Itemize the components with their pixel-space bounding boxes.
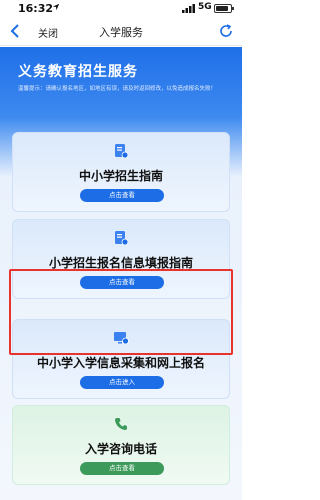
card-title: 小学招生报名信息填报指南 (48, 256, 193, 270)
view-button[interactable]: 点击查看 (80, 189, 164, 202)
card-title: 中小学招生指南 (78, 169, 163, 183)
page-title: 入学服务 (99, 26, 143, 39)
network-label: 5G (198, 2, 212, 12)
location-arrow-icon (52, 3, 60, 11)
card-title: 入学咨询电话 (84, 442, 157, 456)
enter-button[interactable]: 点击进入 (80, 376, 164, 389)
card-title: 中小学入学信息采集和网上报名 (36, 356, 205, 370)
banner-notice: 温馨提示：请确认报名地区，如地区有误，请及时返回修改，以免造成报名失败！ (18, 86, 217, 92)
monitor-check-icon (13, 330, 229, 346)
card-enrollment-guide[interactable]: 中小学招生指南 点击查看 (12, 132, 230, 212)
status-bar: 16:32 5G (0, 0, 242, 18)
status-time: 16:32 (18, 2, 54, 15)
card-online-registration[interactable]: 中小学入学信息采集和网上报名 点击进入 (12, 319, 230, 399)
view-button[interactable]: 点击查看 (80, 276, 164, 289)
battery-icon (214, 4, 234, 13)
banner-title: 义务教育招生服务 (18, 64, 138, 80)
card-registration-guide[interactable]: 小学招生报名信息填报指南 点击查看 (12, 219, 230, 299)
document-check-icon (13, 143, 229, 159)
nav-bar: 关闭 入学服务 (0, 18, 242, 46)
document-gear-icon (13, 230, 229, 246)
refresh-icon[interactable] (218, 23, 234, 39)
signal-icon (182, 4, 195, 13)
main-content: 义务教育招生服务 温馨提示：请确认报名地区，如地区有误，请及时返回修改，以免造成… (0, 47, 242, 500)
card-consultation-phone[interactable]: 入学咨询电话 点击查看 (12, 405, 230, 485)
phone-icon (13, 416, 229, 432)
view-button[interactable]: 点击查看 (80, 462, 164, 475)
